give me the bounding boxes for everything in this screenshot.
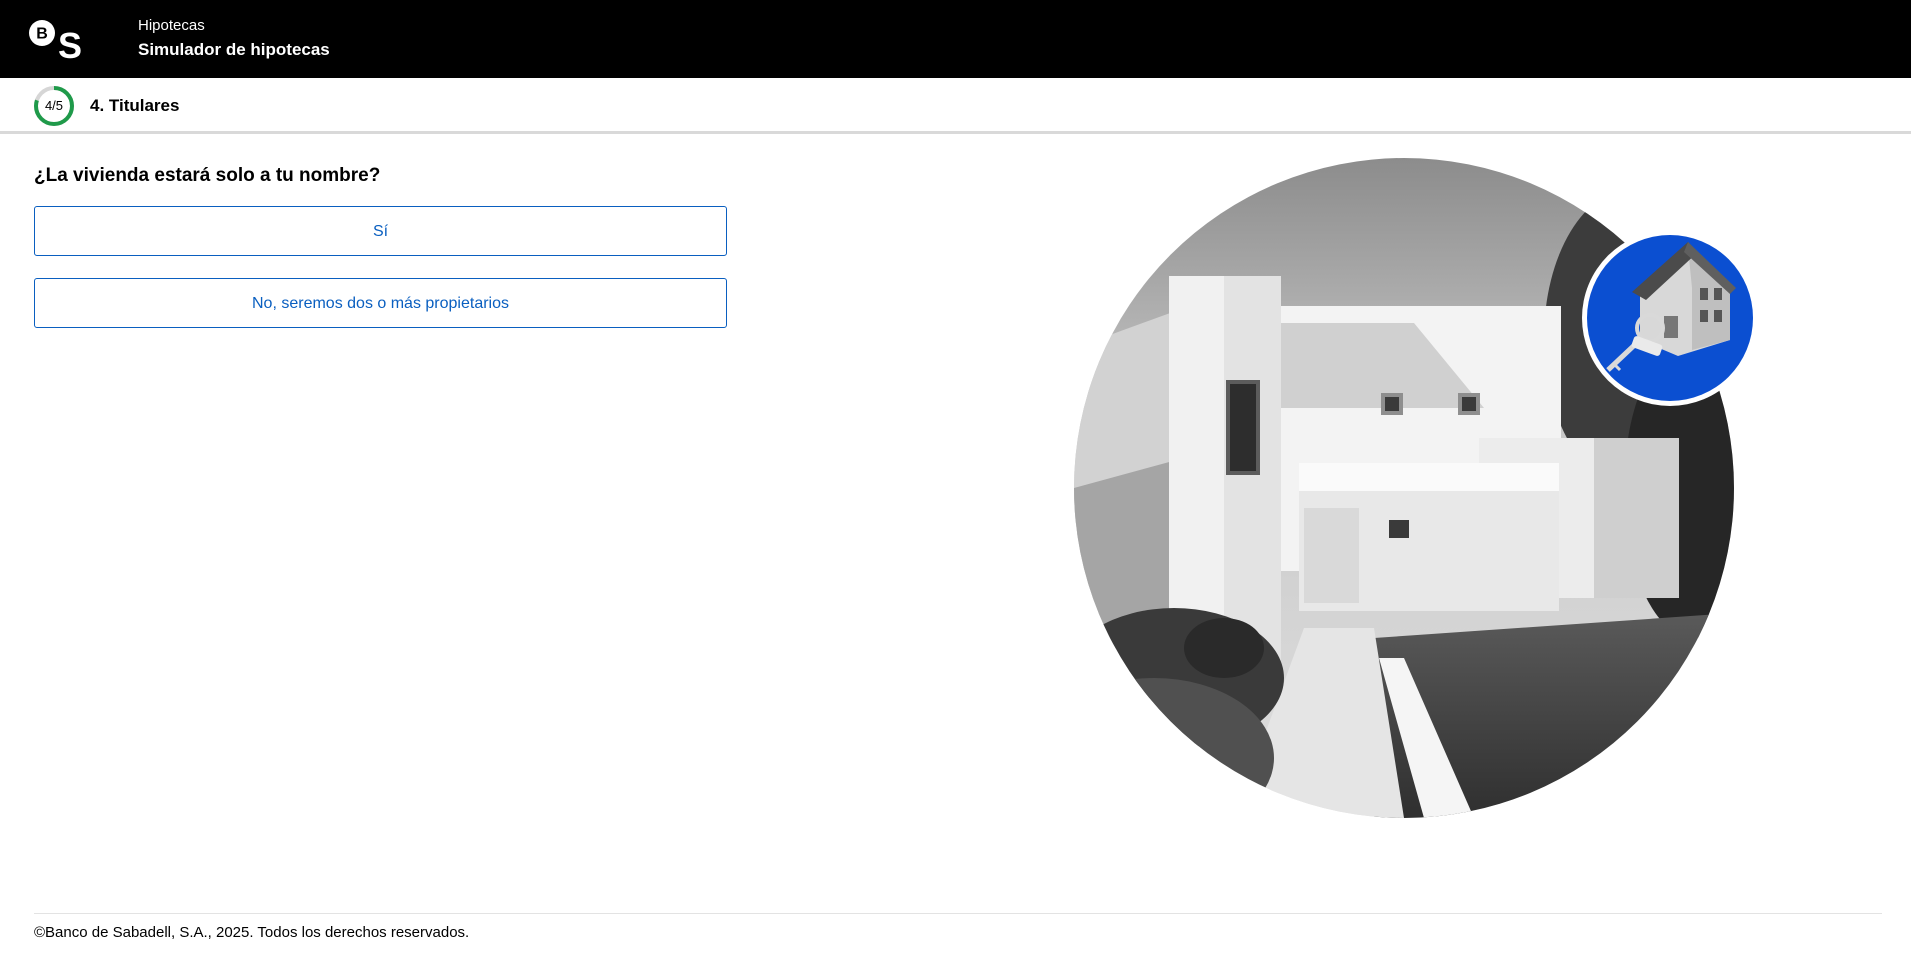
step-count: 4/5	[44, 98, 64, 113]
option-multiple-owners-button[interactable]: No, seremos dos o más propietarios	[34, 278, 727, 328]
step-label: 4. Titulares	[90, 96, 180, 115]
page-title: Simulador de hipotecas	[138, 40, 330, 59]
footer-copyright: ©Banco de Sabadell, S.A., 2025. Todos lo…	[34, 924, 470, 941]
sabadell-logo[interactable]: B S	[28, 18, 84, 60]
header-section: Hipotecas	[138, 17, 205, 34]
house-keys-badge-icon	[1582, 230, 1758, 406]
footer-divider	[34, 913, 1882, 914]
step-bar	[0, 78, 1911, 134]
svg-text:B: B	[36, 26, 48, 43]
svg-text:S: S	[58, 25, 82, 60]
question-heading: ¿La vivienda estará solo a tu nombre?	[34, 165, 381, 186]
option-yes-button[interactable]: Sí	[34, 206, 727, 256]
top-header: B S Hipotecas Simulador de hipotecas	[0, 0, 1911, 78]
header-titles: Hipotecas Simulador de hipotecas	[138, 17, 330, 61]
